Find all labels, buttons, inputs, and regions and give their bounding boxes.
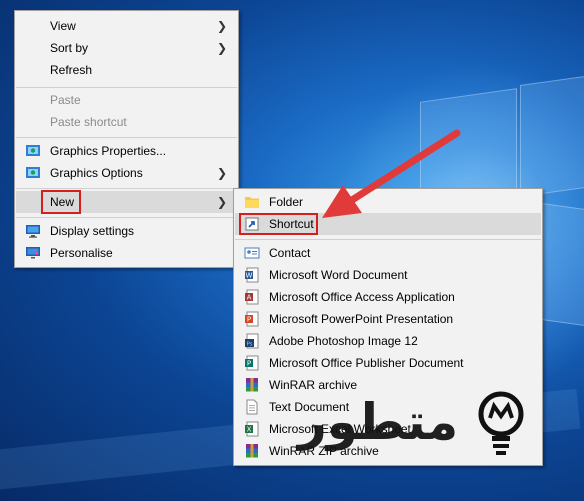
menu-item-label: Refresh: [50, 63, 93, 77]
folder-icon: [245, 197, 259, 208]
display-icon: [26, 225, 40, 238]
contact-icon: [244, 247, 260, 259]
chevron-right-icon: ❯: [216, 19, 227, 33]
logo-pane: [520, 74, 584, 198]
menu-item-label: Paste shortcut: [50, 115, 127, 129]
menu-item-paste[interactable]: Paste: [16, 89, 237, 111]
desktop-context-menu: View ❯ Sort by ❯ Refresh Paste Paste sho…: [14, 10, 239, 268]
publisher-icon: P: [245, 355, 259, 371]
graphics-icon: [26, 145, 40, 156]
submenu-item-label: Microsoft Office Publisher Document: [269, 356, 464, 370]
menu-separator: [16, 137, 237, 138]
menu-item-refresh[interactable]: Refresh: [16, 59, 237, 81]
menu-item-personalise[interactable]: Personalise: [16, 242, 237, 264]
submenu-item-word-document[interactable]: W Microsoft Word Document: [235, 264, 541, 286]
submenu-item-folder[interactable]: Folder: [235, 191, 541, 213]
menu-item-label: Paste: [50, 93, 81, 107]
menu-item-graphics-properties[interactable]: Graphics Properties...: [16, 140, 237, 162]
menu-separator: [16, 188, 237, 189]
word-icon: W: [245, 267, 259, 283]
photoshop-icon: Ps: [245, 333, 259, 349]
menu-item-label: View: [50, 19, 76, 33]
menu-item-sort-by[interactable]: Sort by ❯: [16, 37, 237, 59]
menu-item-label: Personalise: [50, 246, 113, 260]
logo-pane: [420, 88, 517, 204]
annotation-box-new: [41, 190, 81, 214]
submenu-item-photoshop-image[interactable]: Ps Adobe Photoshop Image 12: [235, 330, 541, 352]
chevron-right-icon: ❯: [216, 166, 227, 180]
submenu-item-label: Contact: [269, 246, 311, 260]
svg-text:P: P: [247, 360, 251, 368]
watermark-text: متطور: [298, 393, 459, 451]
menu-item-label: Sort by: [50, 41, 89, 55]
menu-item-graphics-options[interactable]: Graphics Options ❯: [16, 162, 237, 184]
lightbulb-icon: [478, 391, 524, 455]
personalise-icon: [26, 247, 40, 259]
annotation-box-shortcut: [239, 213, 318, 235]
submenu-item-label: Microsoft PowerPoint Presentation: [269, 312, 454, 326]
submenu-item-label: Microsoft Office Access Application: [269, 290, 455, 304]
menu-item-label: Display settings: [50, 224, 135, 238]
chevron-right-icon: ❯: [216, 195, 227, 209]
menu-separator: [235, 239, 541, 240]
winrar-icon: [246, 378, 258, 392]
excel-icon: X: [245, 421, 259, 437]
menu-separator: [16, 217, 237, 218]
menu-item-label: Graphics Options: [50, 166, 143, 180]
chevron-right-icon: ❯: [216, 41, 227, 55]
menu-item-view[interactable]: View ❯: [16, 15, 237, 37]
svg-text:X: X: [247, 426, 252, 434]
submenu-item-publisher-document[interactable]: P Microsoft Office Publisher Document: [235, 352, 541, 374]
powerpoint-icon: P: [245, 311, 259, 327]
menu-item-paste-shortcut[interactable]: Paste shortcut: [16, 111, 237, 133]
submenu-item-label: Folder: [269, 195, 304, 209]
winrar-zip-icon: [246, 444, 258, 458]
svg-text:P: P: [247, 316, 251, 324]
submenu-item-label: Microsoft Word Document: [269, 268, 408, 282]
svg-text:A: A: [247, 294, 252, 302]
graphics-icon: [26, 167, 40, 178]
submenu-item-contact[interactable]: Contact: [235, 242, 541, 264]
access-icon: A: [245, 289, 259, 305]
submenu-item-access-application[interactable]: A Microsoft Office Access Application: [235, 286, 541, 308]
svg-text:Ps: Ps: [246, 342, 252, 348]
submenu-item-powerpoint-presentation[interactable]: P Microsoft PowerPoint Presentation: [235, 308, 541, 330]
menu-item-display-settings[interactable]: Display settings: [16, 220, 237, 242]
menu-item-label: Graphics Properties...: [50, 144, 167, 158]
text-document-icon: [246, 399, 258, 415]
watermark-logo: متطور: [298, 388, 578, 464]
svg-text:W: W: [246, 272, 253, 280]
submenu-item-label: Adobe Photoshop Image 12: [269, 334, 418, 348]
menu-separator: [16, 87, 237, 88]
